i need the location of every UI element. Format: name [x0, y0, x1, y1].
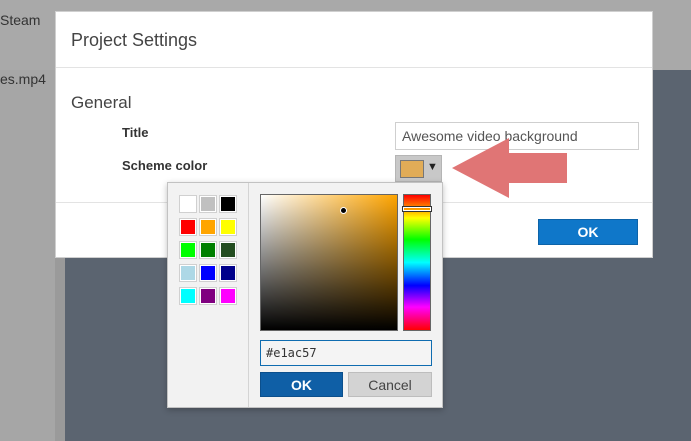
- scheme-color-swatch: [400, 160, 424, 178]
- palette-swatch[interactable]: [200, 265, 216, 281]
- saturation-value-area[interactable]: [260, 194, 398, 331]
- file-list-item[interactable]: es.mp4: [0, 71, 46, 87]
- panel-divider[interactable]: [55, 258, 65, 441]
- palette-swatch[interactable]: [180, 288, 196, 304]
- section-heading-general: General: [71, 93, 132, 112]
- hex-color-input[interactable]: [260, 340, 432, 366]
- hue-slider[interactable]: [403, 194, 431, 331]
- palette-swatch[interactable]: [220, 219, 236, 235]
- hue-slider-handle[interactable]: [403, 206, 431, 211]
- dialog-title: Project Settings: [71, 30, 198, 50]
- dropdown-caret-icon: ▼: [427, 161, 438, 173]
- dialog-ok-button[interactable]: OK: [538, 219, 638, 245]
- menu-item-steam[interactable]: Steam: [0, 12, 40, 28]
- title-label: Title: [122, 125, 149, 140]
- color-picker-popup: OK Cancel: [167, 182, 443, 408]
- palette-swatch[interactable]: [200, 219, 216, 235]
- picker-ok-button[interactable]: OK: [260, 372, 343, 397]
- palette-swatch[interactable]: [200, 196, 216, 212]
- picker-cancel-button[interactable]: Cancel: [348, 372, 432, 397]
- scheme-color-button[interactable]: ▼: [395, 155, 442, 182]
- dialog-header-divider: [56, 67, 652, 68]
- palette-swatch[interactable]: [220, 242, 236, 258]
- palette-swatch[interactable]: [180, 265, 196, 281]
- palette-swatch[interactable]: [180, 242, 196, 258]
- color-palette: [168, 183, 249, 407]
- app-sidebar: [0, 70, 55, 441]
- palette-swatch[interactable]: [220, 196, 236, 212]
- palette-swatch[interactable]: [220, 265, 236, 281]
- palette-swatch[interactable]: [200, 242, 216, 258]
- palette-swatch[interactable]: [180, 219, 196, 235]
- arrow-left-icon: [452, 138, 567, 198]
- scheme-color-label: Scheme color: [122, 158, 208, 173]
- palette-swatch[interactable]: [220, 288, 236, 304]
- palette-swatch[interactable]: [180, 196, 196, 212]
- palette-swatch[interactable]: [200, 288, 216, 304]
- workspace-area-right: [653, 70, 691, 258]
